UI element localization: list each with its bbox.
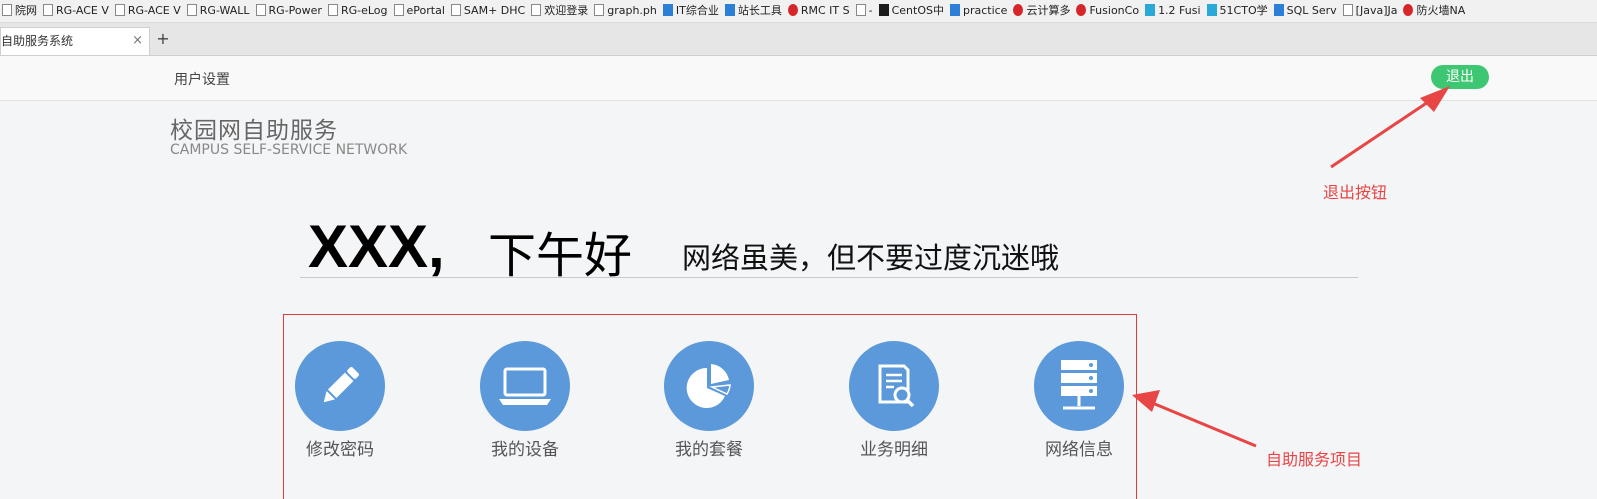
logout-annotation: 退出按钮 xyxy=(1323,183,1388,202)
annotation-arrows xyxy=(1132,86,1450,448)
services-annotation: 自助服务项目 xyxy=(1266,450,1363,469)
